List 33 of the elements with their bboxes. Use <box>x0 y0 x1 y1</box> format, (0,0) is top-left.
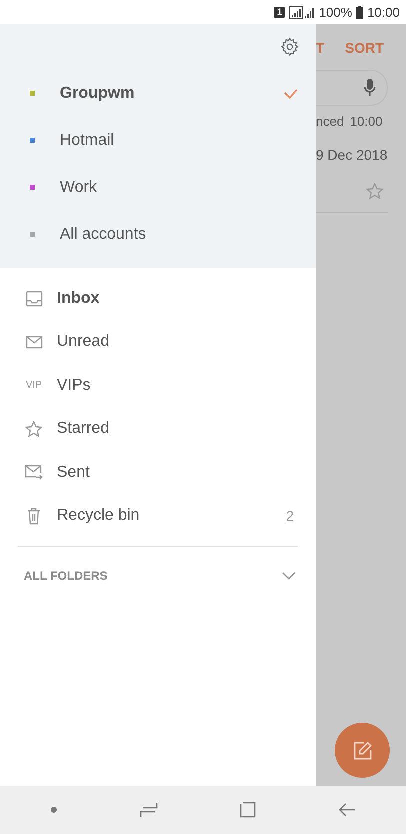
account-item[interactable]: Groupwm <box>0 70 316 117</box>
folder-item[interactable]: Unread <box>0 320 316 364</box>
folder-count: 2 <box>286 508 294 524</box>
microphone-icon[interactable] <box>363 78 377 98</box>
all-folders-toggle[interactable]: ALL FOLDERS <box>0 547 316 605</box>
edit-icon <box>352 740 372 760</box>
email-date: 9 Dec 2018 <box>316 146 389 163</box>
envelope-icon <box>26 336 42 349</box>
check-icon <box>284 88 298 98</box>
trash-icon <box>27 508 41 525</box>
clock-time: 10:00 <box>367 4 400 20</box>
folder-item[interactable]: Sent <box>0 451 316 494</box>
folder-item[interactable]: Starred <box>0 408 316 451</box>
vip-icon: VIP <box>26 380 42 392</box>
account-item[interactable]: All accounts <box>0 211 316 258</box>
envelope-arrow-icon <box>25 465 43 480</box>
sim-indicator: 1 <box>274 6 286 18</box>
account-item[interactable]: Hotmail <box>0 117 316 164</box>
settings-icon[interactable] <box>280 37 300 57</box>
folder-item[interactable]: Recycle bin 2 <box>0 494 316 538</box>
folder-item[interactable]: Inbox <box>0 277 316 320</box>
folder-item[interactable]: VIP VIPs <box>0 364 316 408</box>
chevron-down-icon <box>282 572 296 580</box>
inbox-icon <box>26 290 42 307</box>
battery-icon <box>356 6 364 18</box>
search-field[interactable] <box>316 70 388 106</box>
account-item[interactable]: Work <box>0 164 316 211</box>
sync-time: 10:00 <box>350 114 383 129</box>
sync-status: nced <box>316 114 344 129</box>
star-icon <box>25 420 43 438</box>
signal-icon <box>289 6 316 18</box>
star-icon[interactable] <box>366 183 384 200</box>
battery-percent: 100% <box>319 4 352 20</box>
